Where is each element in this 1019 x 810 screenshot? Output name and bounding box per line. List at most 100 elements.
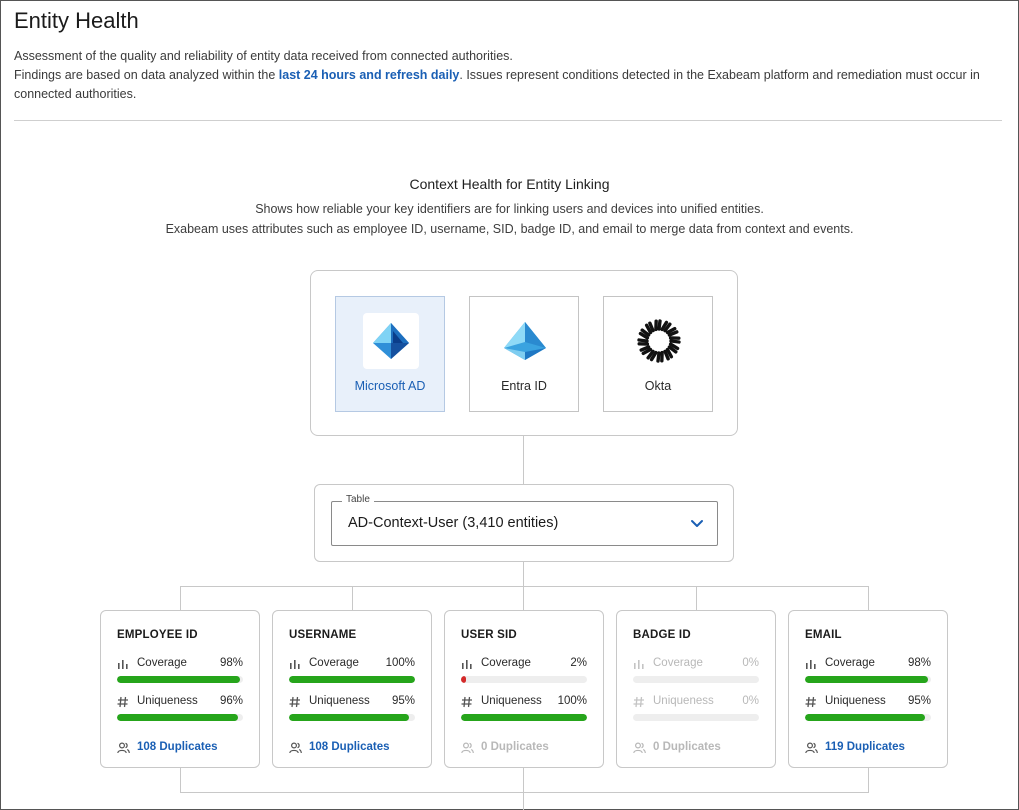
description-line-1: Assessment of the quality and reliabilit… [14,49,513,63]
uniqueness-label: Uniqueness [481,695,542,707]
coverage-label: Coverage [481,657,531,669]
coverage-value: 98% [219,657,243,669]
uniqueness-metric: Uniqueness 96% [117,695,243,721]
connector-line [523,586,524,610]
uniqueness-value: 95% [391,695,415,707]
refresh-window-highlight: last 24 hours and refresh daily [278,68,460,82]
connector-line [180,792,869,793]
uniqueness-metric: Uniqueness 100% [461,695,587,721]
duplicates-count: 108 Duplicates [309,741,390,753]
table-select[interactable]: Table AD-Context-User (3,410 entities) [331,494,718,546]
section-subtitle-2: Exabeam uses attributes such as employee… [165,222,854,236]
uniqueness-bar-fill [805,714,925,721]
authority-microsoft-ad[interactable]: Microsoft AD [335,296,445,412]
authority-label: Microsoft AD [354,379,426,393]
bar-chart-icon [289,658,301,670]
coverage-bar [633,676,759,683]
coverage-metric: Coverage 98% [117,657,243,683]
duplicates-count: 119 Duplicates [825,741,905,753]
connector-line [523,562,524,586]
identifier-card: EMPLOYEE ID Coverage 98% Uniqueness 96% 108 D… [100,610,260,768]
coverage-bar [289,676,415,683]
okta-icon [631,313,687,369]
coverage-bar-fill [117,676,241,683]
bar-chart-icon [633,658,645,670]
hash-icon [805,696,817,708]
authority-okta[interactable]: Okta [603,296,713,412]
uniqueness-bar-fill [461,714,587,721]
uniqueness-metric: Uniqueness 95% [289,695,415,721]
connector-line [696,586,697,610]
uniqueness-value: 95% [907,695,931,707]
page-description: Assessment of the quality and reliabilit… [14,47,1004,104]
table-select-value: AD-Context-User (3,410 entities) [348,515,559,531]
duplicates-count: 0 Duplicates [481,741,549,753]
identifier-card: USER SID Coverage 2% Uniqueness 100% 0 Duplic… [444,610,604,768]
description-line-2: Findings are based on data analyzed with… [14,66,1004,104]
uniqueness-label: Uniqueness [309,695,370,707]
uniqueness-bar [805,714,931,721]
identifier-title: USER SID [461,629,517,641]
coverage-value: 98% [907,657,931,669]
connector-line [180,586,869,587]
uniqueness-bar-fill [289,714,409,721]
bar-chart-icon [461,658,473,670]
bar-chart-icon [117,658,129,670]
authority-selector: Microsoft AD Entra ID Okta [310,270,738,436]
identifier-card: USERNAME Coverage 100% Uniqueness 95% 108 Dup… [272,610,432,768]
table-select-legend: Table [342,494,374,505]
uniqueness-bar [461,714,587,721]
connector-line [523,768,524,810]
identifier-title: BADGE ID [633,629,691,641]
uniqueness-bar [289,714,415,721]
microsoft-ad-icon [363,313,419,369]
connector-line [868,586,869,610]
coverage-bar-fill [289,676,415,683]
connector-line [180,768,181,792]
entra-id-icon [497,313,553,369]
identifier-title: EMPLOYEE ID [117,629,198,641]
uniqueness-bar [117,714,243,721]
coverage-metric: Coverage 2% [461,657,587,683]
authority-label: Okta [644,379,672,393]
authority-label: Entra ID [501,379,547,393]
duplicates-count: 108 Duplicates [137,741,218,753]
users-icon [117,742,130,754]
uniqueness-value: 96% [219,695,243,707]
coverage-bar [805,676,931,683]
identifier-card: BADGE ID Coverage 0% Uniqueness 0% 0 Duplicat… [616,610,776,768]
header-divider [14,120,1002,121]
connector-line [868,768,869,792]
uniqueness-bar-fill [117,714,238,721]
users-icon [461,742,474,754]
coverage-metric: Coverage 0% [633,657,759,683]
uniqueness-label: Uniqueness [825,695,886,707]
hash-icon [633,696,645,708]
section-title: Context Health for Entity Linking [409,176,610,192]
chevron-down-icon[interactable] [689,516,705,532]
uniqueness-value: 0% [742,695,759,707]
table-selector-panel: Table AD-Context-User (3,410 entities) [314,484,734,562]
coverage-label: Coverage [825,657,875,669]
page-title: Entity Health [14,8,139,33]
section-subtitle-1: Shows how reliable your key identifiers … [255,202,764,216]
duplicates-count: 0 Duplicates [653,741,721,753]
identifier-card: EMAIL Coverage 98% Uniqueness 95% 119 Duplica… [788,610,948,768]
uniqueness-value: 100% [557,695,587,707]
uniqueness-metric: Uniqueness 95% [805,695,931,721]
users-icon [633,742,646,754]
users-icon [805,742,818,754]
connector-line [523,436,524,484]
identifier-title: EMAIL [805,629,842,641]
authority-entra-id[interactable]: Entra ID [469,296,579,412]
users-icon [289,742,302,754]
coverage-value: 100% [385,657,415,669]
bar-chart-icon [805,658,817,670]
coverage-bar [461,676,587,683]
coverage-bar-fill [461,676,467,683]
uniqueness-bar [633,714,759,721]
hash-icon [289,696,301,708]
coverage-bar-fill [805,676,929,683]
hash-icon [461,696,473,708]
coverage-label: Coverage [653,657,703,669]
